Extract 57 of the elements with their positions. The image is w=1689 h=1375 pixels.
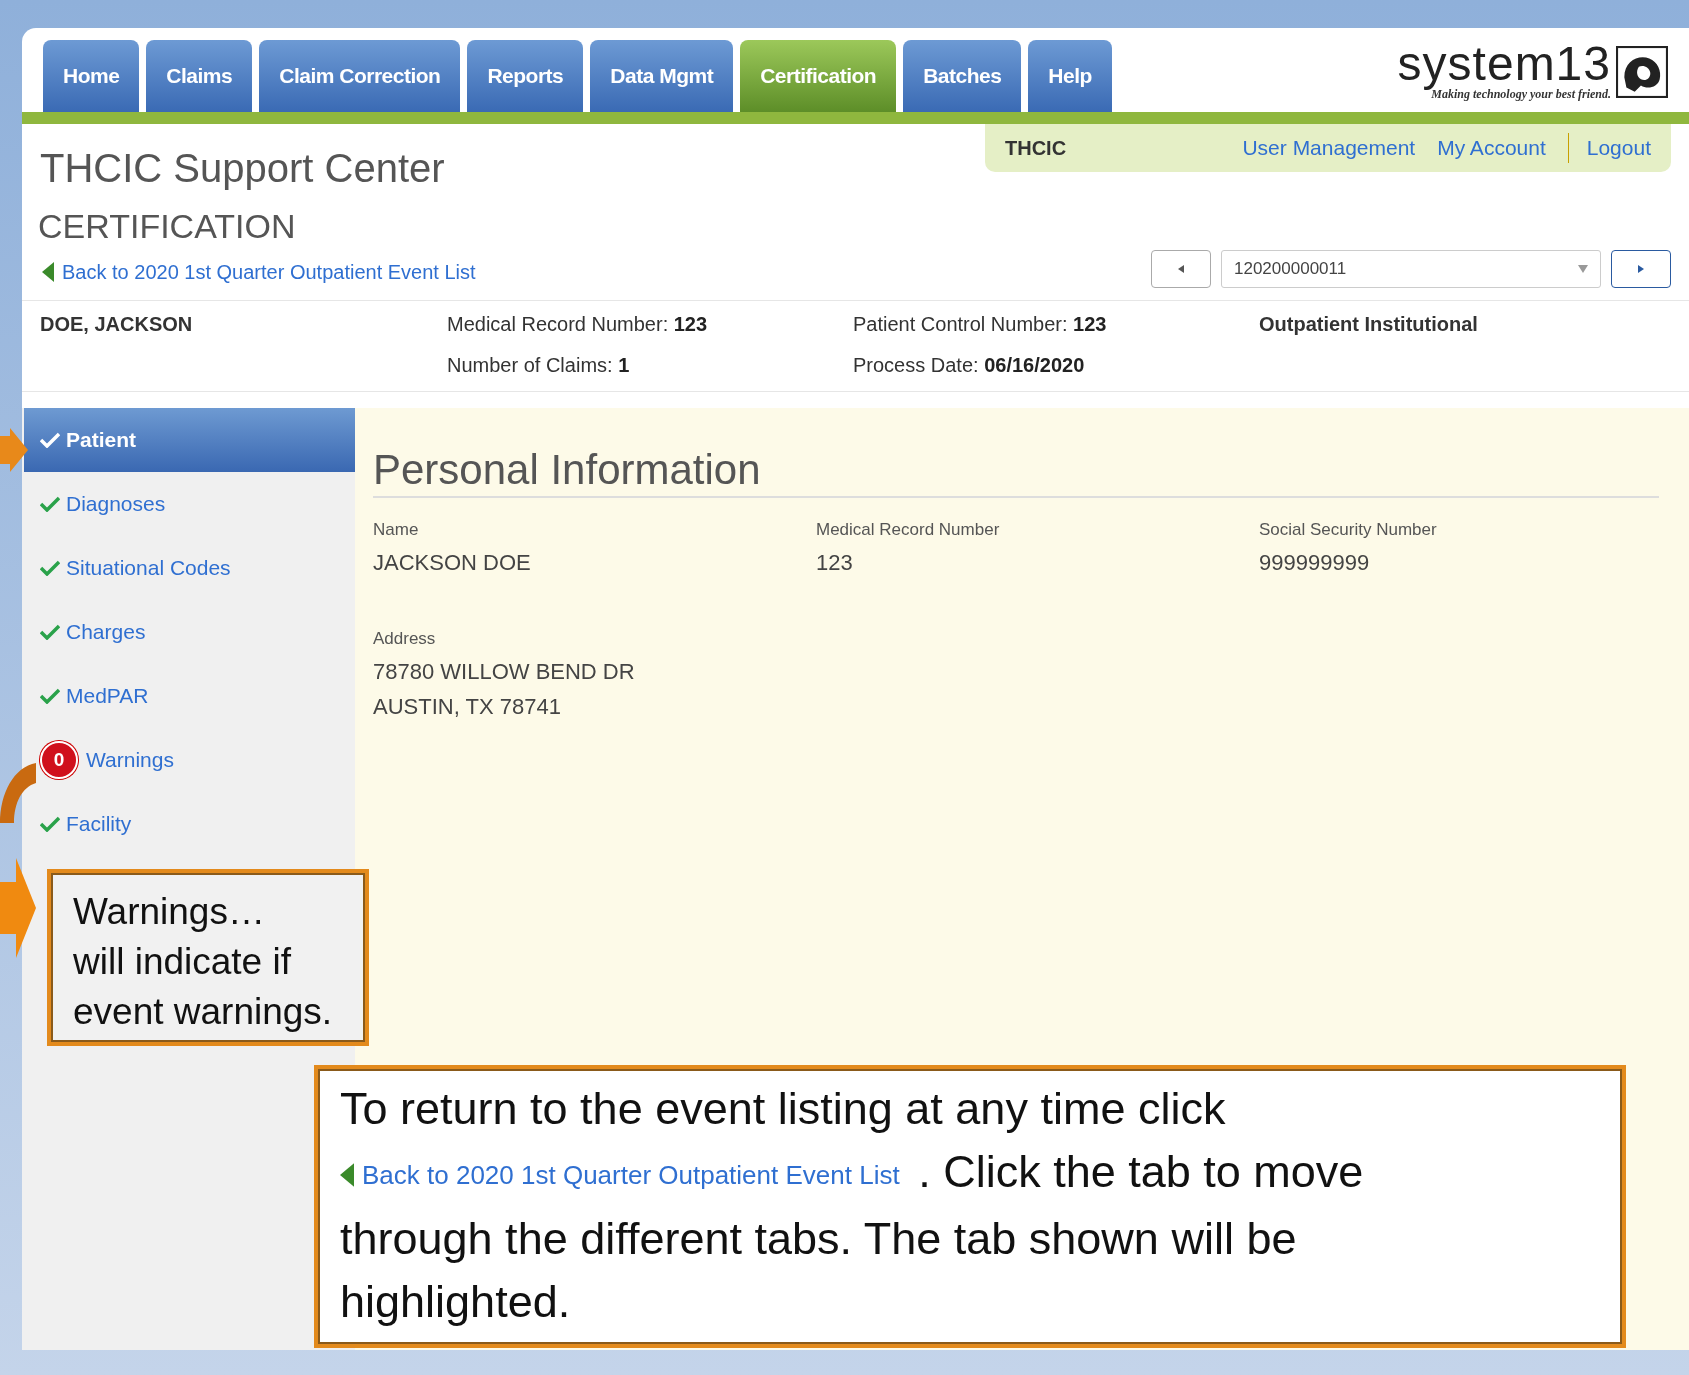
- callout-text: Warnings… will indicate if event warnings.: [73, 890, 334, 1034]
- check-icon: [40, 496, 60, 512]
- nav-tab[interactable]: Claims: [146, 40, 253, 112]
- nav-tab[interactable]: Home: [43, 40, 140, 112]
- sidebar-item[interactable]: Patient: [24, 408, 355, 472]
- check-icon: [40, 560, 60, 576]
- check-icon: [40, 432, 60, 448]
- right-arrow-icon: [1638, 265, 1644, 273]
- field-value: AUSTIN, TX 78741: [373, 694, 562, 720]
- back-link[interactable]: Back to 2020 1st Quarter Outpatient Event List: [340, 1143, 900, 1207]
- pointer-arrow: [0, 763, 36, 823]
- sidebar-item[interactable]: Charges: [24, 600, 355, 664]
- check-icon: [40, 816, 60, 832]
- nav-tab[interactable]: Help: [1028, 40, 1112, 112]
- back-arrow-icon: [42, 262, 54, 282]
- event-select[interactable]: 120200000011: [1221, 250, 1601, 288]
- section-title: Personal Information: [373, 446, 1659, 498]
- page-heading: CERTIFICATION: [37, 207, 297, 246]
- account-link[interactable]: My Account: [1437, 136, 1546, 160]
- nav-tab[interactable]: Certification: [740, 40, 897, 112]
- site-title: THCIC Support Center: [40, 146, 445, 191]
- field-value: 123: [816, 550, 854, 576]
- next-button[interactable]: [1611, 250, 1671, 288]
- sidebar-item[interactable]: MedPAR: [24, 664, 355, 728]
- info-field: Patient Control Number: 123: [853, 313, 1259, 336]
- account-link[interactable]: User Management: [1242, 136, 1416, 160]
- field-value: 78780 WILLOW BEND DR: [373, 659, 636, 685]
- callout-text: To return to the event listing at any time click Back to 2020 1st Quarter Outpatient Event List . Click the tab to move through the different tabs. The tab shown will be highlighted.: [340, 1082, 1365, 1329]
- field-label: Name: [373, 520, 420, 540]
- nav-tab[interactable]: Reports: [467, 40, 584, 112]
- check-icon: [40, 624, 60, 640]
- org-label: THCIC: [1005, 136, 1067, 160]
- sidebar-item[interactable]: Facility: [24, 792, 355, 856]
- field-value: JACKSON DOE: [373, 550, 532, 576]
- nav-tab[interactable]: Batches: [903, 40, 1022, 112]
- patient-name: DOE, JACKSON: [40, 313, 194, 337]
- nav-tab[interactable]: Data Mgmt: [590, 40, 734, 112]
- info-field: Medical Record Number: 123: [447, 313, 853, 336]
- info-field: Process Date: 06/16/2020: [853, 354, 1259, 377]
- account-link[interactable]: Logout: [1586, 136, 1651, 160]
- pointer-arrow: [0, 428, 28, 472]
- field-label: Social Security Number: [1259, 520, 1438, 540]
- field-label: Address: [373, 629, 437, 649]
- back-arrow-icon: [340, 1163, 354, 1188]
- nav-tab[interactable]: Claim Correction: [259, 40, 461, 112]
- dropdown-caret-icon: [1578, 265, 1588, 273]
- left-arrow-icon: [1178, 265, 1184, 273]
- check-icon: [40, 688, 60, 704]
- field-value: 999999999: [1259, 550, 1371, 576]
- claim-type: Outpatient Institutional: [1259, 313, 1479, 337]
- info-field: Number of Claims: 1: [447, 354, 853, 377]
- sidebar-item[interactable]: Situational Codes: [24, 536, 355, 600]
- sidebar-item[interactable]: 0 Warnings: [24, 728, 355, 792]
- field-label: Medical Record Number: [816, 520, 1001, 540]
- count-badge: 0: [40, 741, 78, 779]
- back-link[interactable]: Back to 2020 1st Quarter Outpatient Event List: [42, 260, 476, 284]
- sidebar-item[interactable]: Diagnoses: [24, 472, 355, 536]
